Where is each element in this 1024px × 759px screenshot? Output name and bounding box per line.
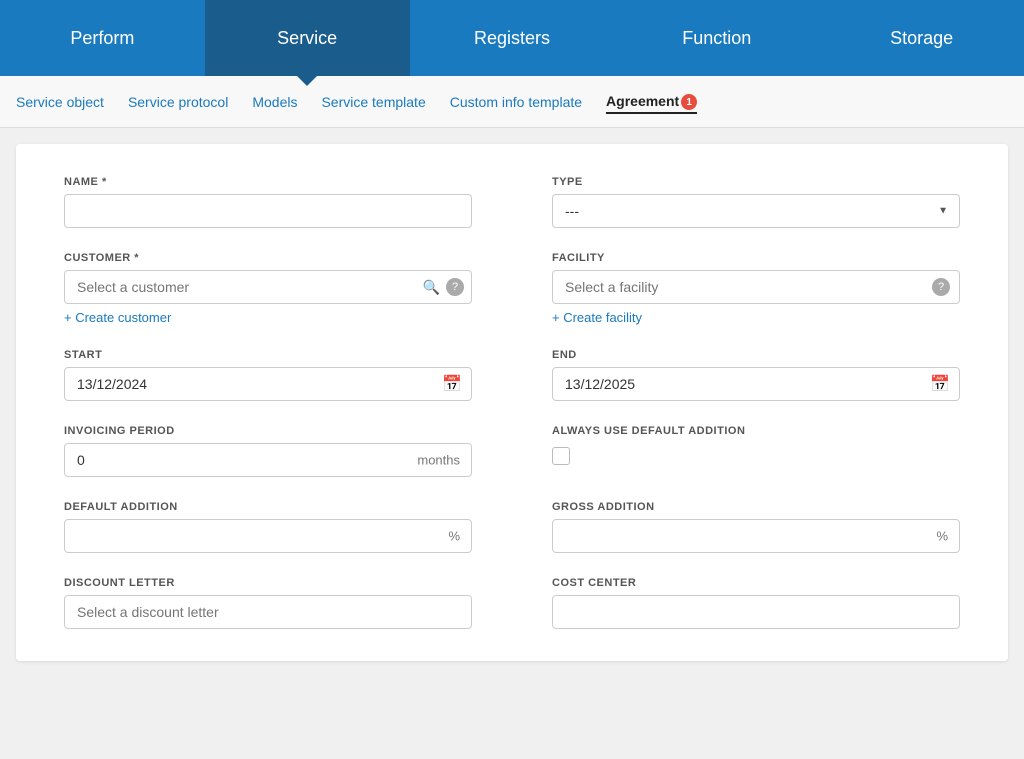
start-label: START: [64, 349, 472, 361]
nav-registers[interactable]: Registers: [410, 0, 615, 76]
customer-input-wrapper: 🔍 ?: [64, 270, 472, 304]
main-content: NAME * TYPE --- CUSTOMER * 🔍: [0, 128, 1024, 759]
end-group: END 📅: [552, 349, 960, 401]
form-card: NAME * TYPE --- CUSTOMER * 🔍: [16, 144, 1008, 661]
agreement-badge: 1: [681, 94, 697, 110]
invoicing-period-wrapper: months: [64, 443, 472, 477]
nav-storage[interactable]: Storage: [819, 0, 1024, 76]
always-use-default-checkbox-row: [552, 447, 960, 465]
gross-addition-group: GROSS ADDITION %: [552, 501, 960, 553]
type-select[interactable]: ---: [552, 194, 960, 228]
subnav-service-template[interactable]: Service template: [321, 90, 425, 114]
discount-letter-group: DISCOUNT LETTER: [64, 577, 472, 629]
type-label: TYPE: [552, 176, 960, 188]
customer-group: CUSTOMER * 🔍 ? + Create customer: [64, 252, 472, 325]
discount-letter-label: DISCOUNT LETTER: [64, 577, 472, 589]
start-date-wrapper: 📅: [64, 367, 472, 401]
always-use-default-label: ALWAYS USE DEFAULT ADDITION: [552, 425, 960, 437]
subnav-service-protocol[interactable]: Service protocol: [128, 90, 228, 114]
name-input[interactable]: [64, 194, 472, 228]
subnav-custom-info-template[interactable]: Custom info template: [450, 90, 582, 114]
nav-perform[interactable]: Perform: [0, 0, 205, 76]
facility-help-icon: ?: [932, 278, 950, 296]
default-addition-wrapper: %: [64, 519, 472, 553]
form-grid: NAME * TYPE --- CUSTOMER * 🔍: [64, 176, 960, 629]
facility-input[interactable]: [552, 270, 960, 304]
cost-center-label: COST CENTER: [552, 577, 960, 589]
create-facility-link[interactable]: + Create facility: [552, 310, 960, 325]
facility-label: FACILITY: [552, 252, 960, 264]
subnav-models[interactable]: Models: [252, 90, 297, 114]
cost-center-group: COST CENTER: [552, 577, 960, 629]
end-date-input[interactable]: [552, 367, 960, 401]
invoicing-period-input[interactable]: [64, 443, 472, 477]
gross-addition-input[interactable]: [552, 519, 960, 553]
facility-group: FACILITY ? + Create facility: [552, 252, 960, 325]
subnav-service-object[interactable]: Service object: [16, 90, 104, 114]
create-customer-link[interactable]: + Create customer: [64, 310, 472, 325]
sub-nav: Service object Service protocol Models S…: [0, 76, 1024, 128]
invoicing-period-label: INVOICING PERIOD: [64, 425, 472, 437]
end-date-wrapper: 📅: [552, 367, 960, 401]
name-group: NAME *: [64, 176, 472, 228]
default-addition-input[interactable]: [64, 519, 472, 553]
gross-addition-label: GROSS ADDITION: [552, 501, 960, 513]
cost-center-input[interactable]: [552, 595, 960, 629]
always-use-default-group: ALWAYS USE DEFAULT ADDITION: [552, 425, 960, 477]
gross-addition-wrapper: %: [552, 519, 960, 553]
customer-input[interactable]: [64, 270, 472, 304]
default-addition-label: DEFAULT ADDITION: [64, 501, 472, 513]
customer-search-icon[interactable]: 🔍: [423, 279, 440, 296]
invoicing-period-group: INVOICING PERIOD months: [64, 425, 472, 477]
customer-label: CUSTOMER *: [64, 252, 472, 264]
facility-input-wrapper: ?: [552, 270, 960, 304]
nav-service[interactable]: Service: [205, 0, 410, 76]
default-addition-group: DEFAULT ADDITION %: [64, 501, 472, 553]
nav-function[interactable]: Function: [614, 0, 819, 76]
top-nav: Perform Service Registers Function Stora…: [0, 0, 1024, 76]
customer-help-icon[interactable]: ?: [446, 278, 464, 296]
name-label: NAME *: [64, 176, 472, 188]
discount-letter-input[interactable]: [64, 595, 472, 629]
start-date-input[interactable]: [64, 367, 472, 401]
subnav-agreement[interactable]: Agreement1: [606, 89, 697, 114]
type-group: TYPE ---: [552, 176, 960, 228]
always-use-default-checkbox[interactable]: [552, 447, 570, 465]
start-group: START 📅: [64, 349, 472, 401]
type-select-wrapper: ---: [552, 194, 960, 228]
end-label: END: [552, 349, 960, 361]
